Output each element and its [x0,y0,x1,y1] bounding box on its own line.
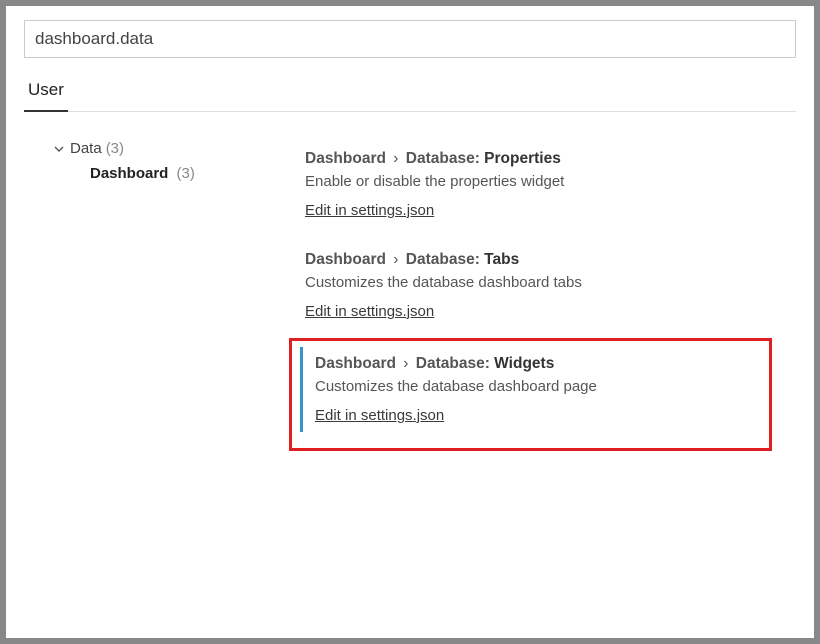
content-area: Data (3) Dashboard (3) Dashboard › Datab… [24,124,796,624]
edit-in-settings-link[interactable]: Edit in settings.json [305,303,434,320]
setting-item-widgets: Dashboard › Database: Widgets Customizes… [300,347,761,432]
highlight-box: Dashboard › Database: Widgets Customizes… [289,338,772,451]
edit-in-settings-link[interactable]: Edit in settings.json [315,407,444,424]
setting-title: Dashboard › Database: Tabs [305,251,780,269]
tree-node-count: (3) [177,165,195,182]
tab-user[interactable]: User [24,72,68,112]
tree-node-count: (3) [106,140,124,157]
setting-item-properties: Dashboard › Database: Properties Enable … [289,136,796,237]
setting-title: Dashboard › Database: Widgets [315,355,751,373]
edit-in-settings-link[interactable]: Edit in settings.json [305,202,434,219]
setting-description: Customizes the database dashboard tabs [305,274,780,291]
settings-tree: Data (3) Dashboard (3) [24,124,289,624]
setting-description: Customizes the database dashboard page [315,378,751,395]
tree-node-dashboard[interactable]: Dashboard (3) [24,161,289,186]
settings-list: Dashboard › Database: Properties Enable … [289,124,796,624]
setting-description: Enable or disable the properties widget [305,173,780,190]
chevron-down-icon [52,142,66,156]
setting-item-tabs: Dashboard › Database: Tabs Customizes th… [289,237,796,338]
scope-tabs: User [24,72,796,112]
tree-node-label: Data [70,140,102,157]
tree-node-label: Dashboard [90,165,168,182]
settings-search-input[interactable] [24,20,796,58]
settings-panel: User Data (3) Dashboard (3) Dashboard › … [6,6,814,638]
tree-node-data[interactable]: Data (3) [24,136,289,161]
setting-title: Dashboard › Database: Properties [305,150,780,168]
